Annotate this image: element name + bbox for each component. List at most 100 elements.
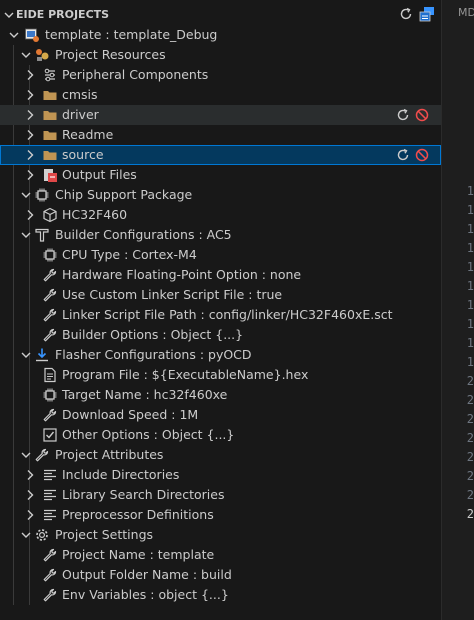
tree-item[interactable]: driver	[0, 105, 441, 125]
chevron-right-icon[interactable]	[23, 467, 37, 483]
line-number: 2	[466, 450, 474, 464]
tree-item[interactable]: Chip Support Package	[0, 185, 441, 205]
chevron-right-icon[interactable]	[23, 167, 37, 183]
tree-item[interactable]: Use Custom Linker Script File : true	[0, 285, 441, 305]
chevron-down-icon[interactable]	[19, 447, 33, 463]
tree-item-label: driver	[62, 107, 99, 122]
tree-item-label: Project Attributes	[55, 447, 164, 462]
folder-icon	[43, 151, 57, 160]
tree-item-label: Output Files	[62, 167, 137, 182]
line-number: 1	[466, 317, 474, 331]
tree-item[interactable]: source	[0, 145, 441, 165]
tree-item-label: Flasher Configurations : pyOCD	[55, 347, 252, 362]
download-icon	[36, 348, 48, 362]
tree-item-label: Project Resources	[55, 47, 166, 62]
line-number: 2	[466, 469, 474, 483]
tree-item[interactable]: Download Speed : 1M	[0, 405, 441, 425]
chip-icon	[43, 248, 57, 262]
tree-item[interactable]: Project Settings	[0, 525, 441, 545]
chevron-down-icon[interactable]	[19, 227, 33, 243]
chevron-right-icon[interactable]	[23, 487, 37, 503]
folder-icon	[43, 131, 57, 140]
tree-item[interactable]: cmsis	[0, 85, 441, 105]
editor-tab-label[interactable]: MD	[458, 6, 474, 19]
tree-item[interactable]: Program File : ${ExecutableName}.hex	[0, 365, 441, 385]
tree-item[interactable]: Flasher Configurations : pyOCD	[0, 345, 441, 365]
refresh-icon[interactable]	[398, 6, 414, 22]
tree-item[interactable]: Preprocessor Definitions	[0, 505, 441, 525]
tree-item[interactable]: Hardware Floating-Point Option : none	[0, 265, 441, 285]
tree-item[interactable]: Include Directories	[0, 465, 441, 485]
options-icon	[43, 428, 57, 442]
refresh-icon[interactable]	[395, 107, 411, 123]
tree-item[interactable]: Linker Script File Path : config/linker/…	[0, 305, 441, 325]
tree-item-label: Project Settings	[55, 527, 154, 542]
tree-item-label: Program File : ${ExecutableName}.hex	[62, 367, 309, 382]
tree-item-label: source	[62, 147, 104, 162]
chevron-right-icon[interactable]	[23, 147, 37, 163]
chevron-down-icon[interactable]	[2, 7, 16, 23]
tree-item-label: Chip Support Package	[55, 187, 193, 202]
file-icon	[44, 367, 56, 383]
components-icon	[44, 68, 55, 82]
chevron-right-icon[interactable]	[23, 87, 37, 103]
tree-item-label: Include Directories	[62, 467, 180, 482]
chevron-down-icon[interactable]	[19, 47, 33, 63]
exclude-icon[interactable]	[414, 107, 430, 123]
tree-item[interactable]: Library Search Directories	[0, 485, 441, 505]
chevron-down-icon[interactable]	[19, 347, 33, 363]
chip-icon	[43, 388, 57, 402]
line-number: 2	[466, 507, 474, 521]
chevron-down-icon[interactable]	[19, 187, 33, 203]
wrench-icon	[43, 408, 57, 422]
folder-icon	[43, 111, 57, 120]
tree-item[interactable]: CPU Type : Cortex-M4	[0, 245, 441, 265]
chevron-right-icon[interactable]	[23, 67, 37, 83]
line-number: 1	[466, 260, 474, 274]
line-number: 1	[466, 298, 474, 312]
tree-item-label: Target Name : hc32f460xe	[62, 387, 228, 402]
tree-item[interactable]: Output Files	[0, 165, 441, 185]
resources-icon	[36, 49, 49, 61]
eide-projects-panel: EIDE PROJECTS template : template_Debug P…	[0, 0, 441, 620]
builder-icon	[35, 228, 49, 242]
line-number: 1	[466, 203, 474, 217]
tree-item-label: Output Folder Name : build	[62, 567, 232, 582]
tree-item[interactable]: Builder Configurations : AC5	[0, 225, 441, 245]
tree-item[interactable]: Target Name : hc32f460xe	[0, 385, 441, 405]
tree-item-label: Readme	[62, 127, 114, 142]
tree-item[interactable]: Output Folder Name : build	[0, 565, 441, 585]
tree-item[interactable]: Readme	[0, 125, 441, 145]
chevron-right-icon[interactable]	[23, 127, 37, 143]
open-project-icon[interactable]	[419, 6, 435, 22]
line-number: 1	[466, 279, 474, 293]
refresh-icon[interactable]	[395, 147, 411, 163]
wrench-icon	[43, 308, 57, 322]
tree-item[interactable]: Env Variables : object {...}	[0, 585, 441, 605]
tree-item-label: Linker Script File Path : config/linker/…	[62, 307, 393, 322]
wrench-icon	[35, 448, 49, 462]
line-number: 2	[466, 431, 474, 445]
chevron-down-icon[interactable]	[7, 27, 21, 43]
tree-item[interactable]: Builder Options : Object {...}	[0, 325, 441, 345]
tree-item[interactable]: Other Options : Object {...}	[0, 425, 441, 445]
tree-item[interactable]: Project Name : template	[0, 545, 441, 565]
tree-item[interactable]: template : template_Debug	[0, 25, 441, 45]
chevron-right-icon[interactable]	[23, 207, 37, 223]
chevron-down-icon[interactable]	[19, 527, 33, 543]
tree-item-label: Other Options : Object {...}	[62, 427, 235, 442]
project-icon	[25, 28, 39, 42]
line-number: 1	[466, 336, 474, 350]
tree-item-label: Project Name : template	[62, 547, 215, 562]
wrench-icon	[43, 548, 57, 562]
tree-item[interactable]: Project Resources	[0, 45, 441, 65]
line-number: 1	[466, 222, 474, 236]
wrench-icon	[43, 588, 57, 602]
chevron-right-icon[interactable]	[23, 507, 37, 523]
tree-item[interactable]: Peripheral Components	[0, 65, 441, 85]
tree-item[interactable]: HC32F460	[0, 205, 441, 225]
chevron-right-icon[interactable]	[23, 107, 37, 123]
exclude-icon[interactable]	[414, 147, 430, 163]
wrench-icon	[43, 328, 57, 342]
tree-item[interactable]: Project Attributes	[0, 445, 441, 465]
